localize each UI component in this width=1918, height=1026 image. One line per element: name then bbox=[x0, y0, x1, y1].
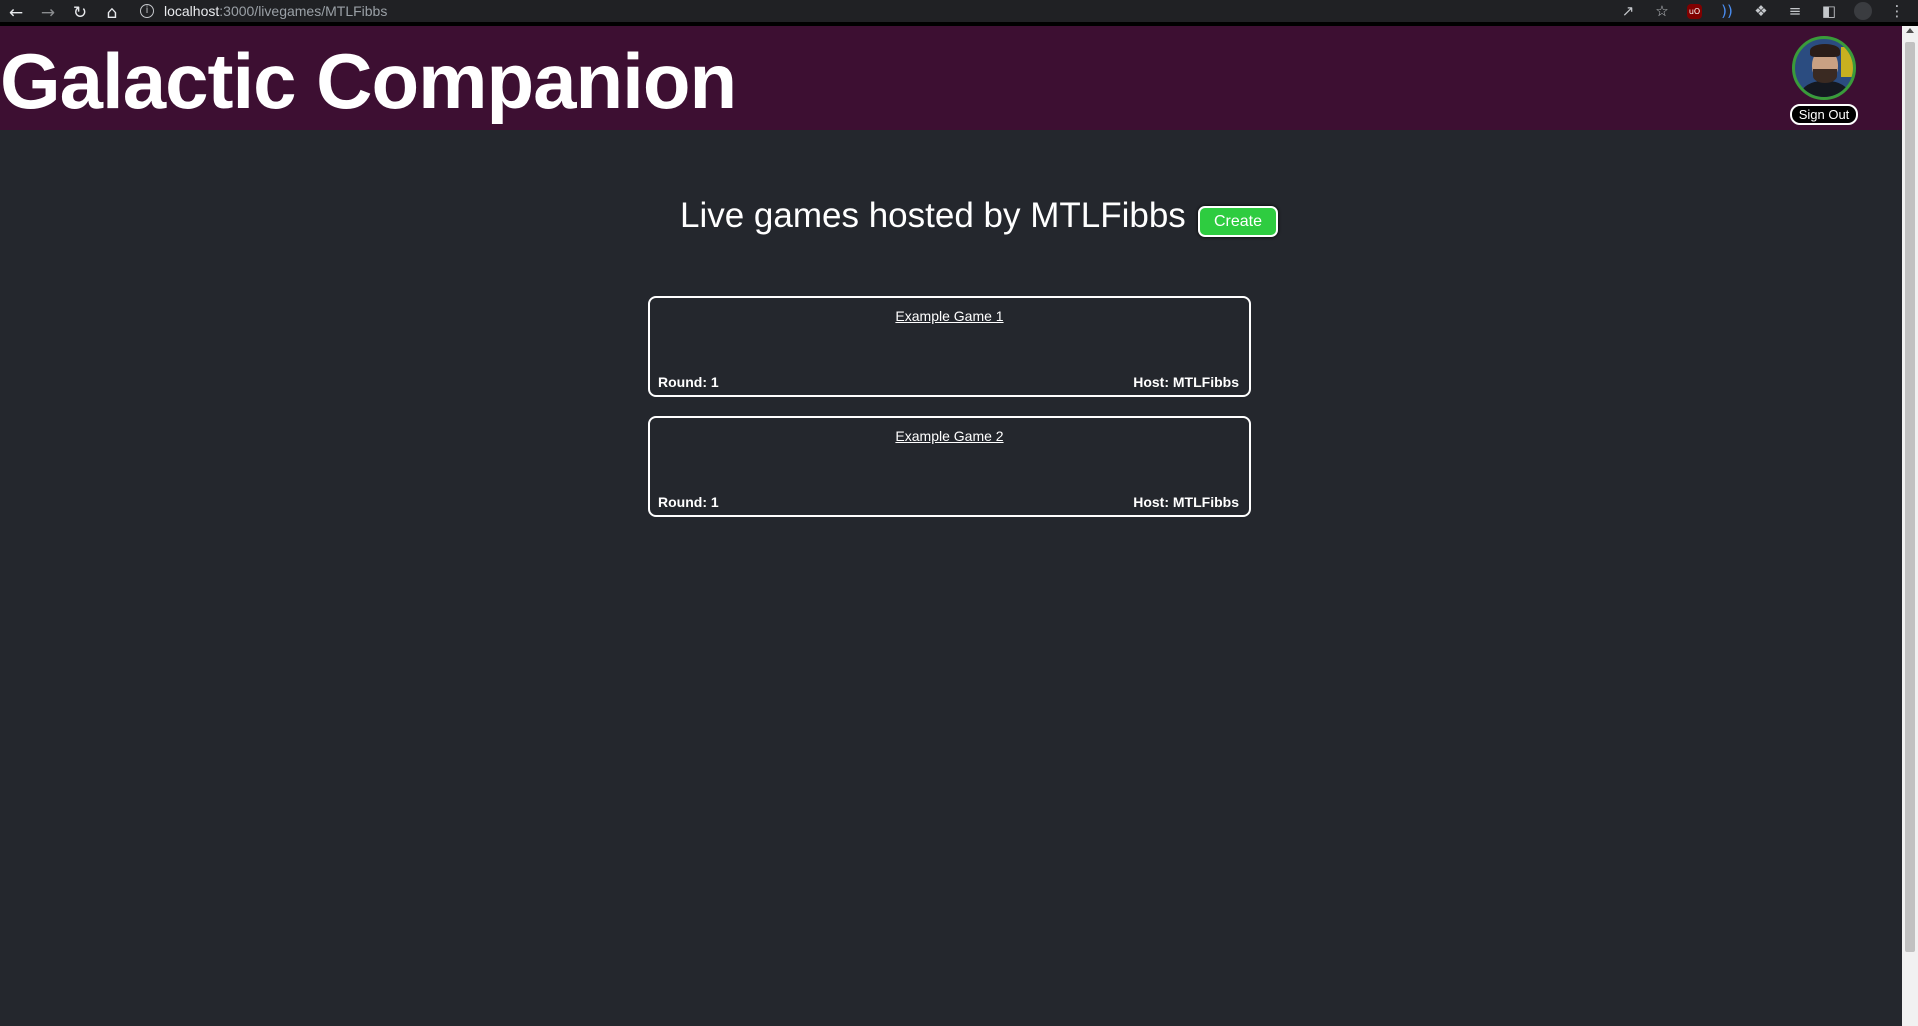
ublock-label: uO bbox=[1688, 6, 1701, 16]
sign-out-button[interactable]: Sign Out bbox=[1790, 104, 1858, 125]
game-link[interactable]: Example Game 2 bbox=[650, 428, 1249, 444]
star-icon[interactable]: ☆ bbox=[1653, 2, 1671, 20]
menu-icon[interactable]: ⋮ bbox=[1888, 2, 1906, 20]
address-bar[interactable]: i localhost:3000/livegames/MTLFibbs bbox=[140, 0, 1610, 22]
avatar[interactable] bbox=[1792, 36, 1856, 100]
game-link[interactable]: Example Game 1 bbox=[650, 308, 1249, 324]
puzzle-icon[interactable]: ❖ bbox=[1752, 2, 1770, 20]
profile-icon[interactable] bbox=[1854, 2, 1872, 20]
avatar-hair bbox=[1810, 44, 1840, 57]
browser-actions: ↗ ☆ uO )) ❖ ≡ ◧ ⋮ bbox=[1619, 0, 1906, 22]
info-icon[interactable]: i bbox=[140, 4, 154, 18]
game-round: Round: 1 bbox=[658, 374, 719, 390]
ublock-icon[interactable]: uO bbox=[1687, 3, 1702, 19]
extension-icon[interactable]: )) bbox=[1718, 2, 1736, 20]
url-host: localhost bbox=[164, 3, 220, 19]
avatar-beard bbox=[1813, 69, 1837, 83]
avatar-flag bbox=[1841, 47, 1853, 77]
page-scrollbar[interactable] bbox=[1902, 26, 1918, 1026]
scroll-thumb[interactable] bbox=[1905, 42, 1915, 952]
game-host: Host: MTLFibbs bbox=[1133, 374, 1239, 390]
page-heading: Live games hosted by MTLFibbs bbox=[680, 196, 1186, 235]
create-button[interactable]: Create bbox=[1198, 206, 1278, 237]
url-path: :3000/livegames/MTLFibbs bbox=[219, 3, 388, 19]
game-card[interactable]: Example Game 2 Round: 1 Host: MTLFibbs bbox=[648, 416, 1251, 517]
sidepanel-icon[interactable]: ◧ bbox=[1820, 2, 1838, 20]
game-round: Round: 1 bbox=[658, 494, 719, 510]
game-card[interactable]: Example Game 1 Round: 1 Host: MTLFibbs bbox=[648, 296, 1251, 397]
playlist-icon[interactable]: ≡ bbox=[1786, 2, 1804, 20]
game-host: Host: MTLFibbs bbox=[1133, 494, 1239, 510]
share-icon[interactable]: ↗ bbox=[1619, 2, 1637, 20]
app-title: Galactic Companion bbox=[0, 37, 737, 125]
scroll-up-icon[interactable] bbox=[1906, 28, 1914, 33]
app-header: Galactic Companion Sign Out bbox=[0, 26, 1902, 130]
avatar-body bbox=[1801, 81, 1849, 97]
